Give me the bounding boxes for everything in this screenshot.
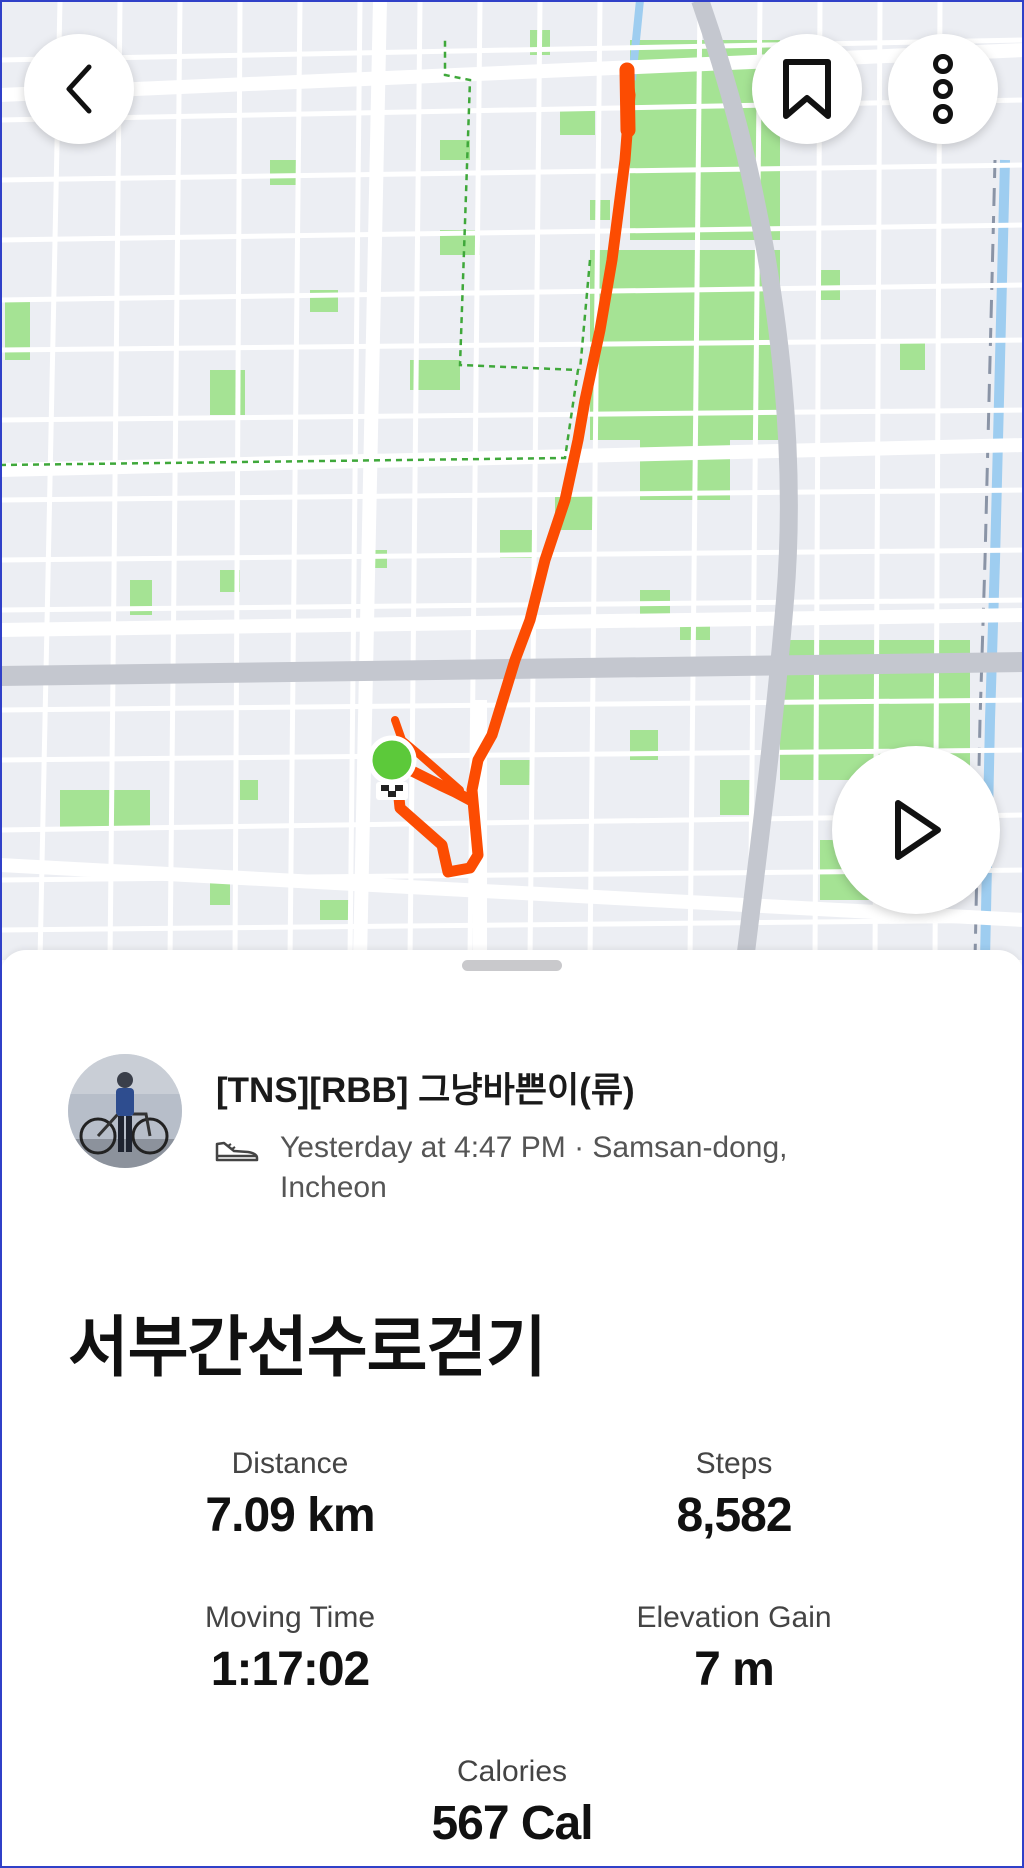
stat-steps: Steps 8,582 (564, 1446, 904, 1546)
stat-label: Moving Time (204, 1601, 376, 1634)
bookmark-icon (783, 59, 831, 119)
stat-distance: Distance 7.09 km (120, 1446, 460, 1546)
stat-label: Elevation Gain (636, 1601, 832, 1634)
activity-title: 서부간선수로걷기 (68, 1310, 547, 1384)
stat-value: 1:17:02 (210, 1643, 370, 1696)
stat-calories: Calories 567 Cal (342, 1754, 682, 1854)
activity-details-sheet[interactable]: [TNS][RBB] 그냥바쁜이(류) Yesterday at 4:47 PM… (0, 950, 1024, 1868)
stat-value: 7 m (694, 1643, 775, 1696)
back-button[interactable] (24, 34, 134, 144)
avatar-photo (68, 1054, 182, 1168)
activity-meta: Yesterday at 4:47 PM · Samsan-dong, Inch… (280, 1131, 788, 1204)
stat-value: 7.09 km (205, 1489, 375, 1542)
athlete-avatar[interactable] (68, 1054, 182, 1168)
stat-label: Distance (231, 1447, 349, 1480)
athlete-name[interactable]: [TNS][RBB] 그냥바쁜이(류) (216, 1062, 635, 1113)
stat-label: Calories (456, 1755, 568, 1788)
stat-value: 567 Cal (431, 1797, 593, 1850)
play-icon (895, 800, 941, 860)
sheet-grabber[interactable] (462, 960, 562, 971)
stat-value: 8,582 (676, 1489, 792, 1542)
more-options-button[interactable] (888, 34, 998, 144)
route-end-segment (619, 62, 636, 138)
stat-label: Steps (695, 1447, 773, 1480)
stat-elevation-gain: Elevation Gain 7 m (564, 1600, 904, 1700)
shoe-icon (215, 1141, 259, 1162)
more-vertical-icon (933, 54, 953, 124)
finish-flag-icon (376, 782, 408, 800)
chevron-left-icon (66, 64, 92, 114)
bookmark-button[interactable] (752, 34, 862, 144)
start-marker (367, 735, 417, 785)
stat-moving-time: Moving Time 1:17:02 (120, 1600, 460, 1700)
play-flyover-button[interactable] (832, 746, 1000, 914)
